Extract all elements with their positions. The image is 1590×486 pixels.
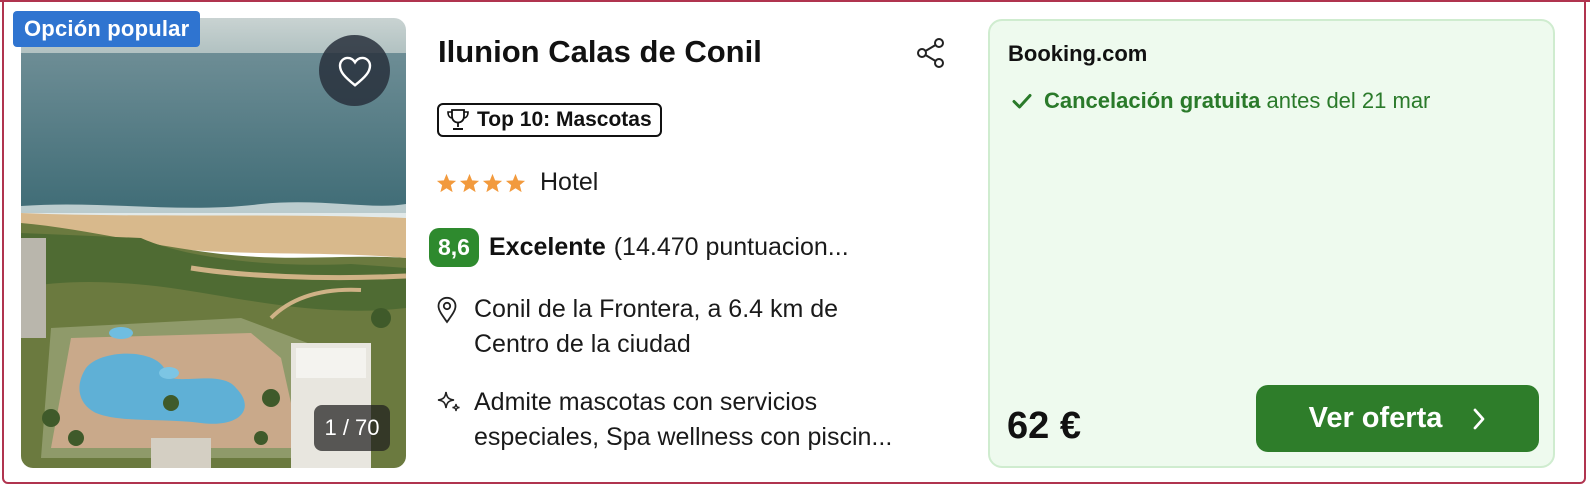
star-rating-row: Hotel bbox=[436, 168, 598, 197]
share-icon bbox=[917, 38, 944, 68]
price: 62 € bbox=[1007, 405, 1081, 447]
heart-icon bbox=[338, 56, 371, 87]
location-line-1: Conil de la Frontera, a 6.4 km de bbox=[474, 295, 839, 323]
star-icon bbox=[482, 173, 503, 192]
check-icon bbox=[1012, 94, 1032, 109]
favorite-button[interactable] bbox=[319, 35, 390, 106]
sparkle-icon bbox=[437, 391, 460, 412]
view-offer-button[interactable]: Ver oferta bbox=[1256, 385, 1539, 452]
hotel-type: Hotel bbox=[540, 168, 599, 196]
popular-choice-badge: Opción popular bbox=[13, 11, 201, 47]
location-info[interactable]: Conil de la Frontera, a 6.4 km de Centro… bbox=[436, 292, 956, 362]
hotel-stars bbox=[436, 173, 526, 193]
amenities-line-1: Admite mascotas con servicios bbox=[474, 388, 818, 416]
star-icon bbox=[436, 173, 457, 192]
photo-counter: 1 / 70 bbox=[314, 405, 390, 451]
rating-word: Excelente bbox=[488, 233, 606, 261]
hotel-name[interactable]: Ilunion Calas de Conil bbox=[438, 34, 762, 70]
award-label: Top 10: Mascotas bbox=[477, 108, 652, 131]
provider-name: Booking.com bbox=[1008, 41, 1148, 66]
location-pin-icon bbox=[437, 296, 457, 324]
location-line-2: Centro de la ciudad bbox=[474, 330, 691, 358]
star-icon bbox=[505, 173, 526, 192]
offer-panel[interactable]: Booking.com Cancelación gratuita antes d… bbox=[988, 19, 1555, 468]
rating-count: (14.470 puntuacion... bbox=[613, 233, 849, 261]
rating-score-badge: 8,6 bbox=[429, 228, 479, 267]
star-icon bbox=[459, 173, 480, 192]
free-cancellation: Cancelación gratuita antes del 21 mar bbox=[1012, 88, 1430, 114]
cancellation-label: Cancelación gratuita bbox=[1044, 88, 1261, 113]
cancellation-deadline: antes del 21 mar bbox=[1266, 88, 1431, 113]
award-badge: Top 10: Mascotas bbox=[437, 103, 662, 137]
share-button[interactable] bbox=[914, 36, 948, 70]
view-offer-label: Ver oferta bbox=[1308, 402, 1443, 434]
trophy-icon bbox=[447, 109, 469, 130]
chevron-right-icon bbox=[1473, 408, 1485, 429]
guest-rating[interactable]: 8,6 Excelente (14.470 puntuacion... bbox=[429, 228, 849, 267]
amenities-line-2: especiales, Spa wellness con piscin... bbox=[474, 423, 893, 451]
amenities-info: Admite mascotas con servicios especiales… bbox=[436, 385, 956, 455]
